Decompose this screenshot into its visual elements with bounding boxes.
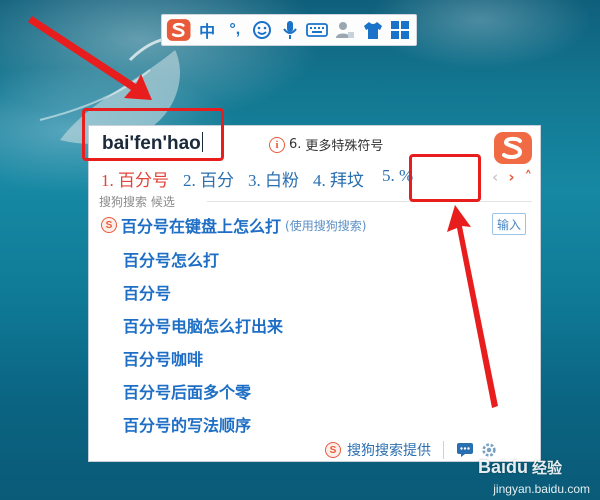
emoji-icon[interactable] <box>251 17 275 43</box>
tip-number: 6. <box>289 137 302 152</box>
footer-text: 搜狗搜索提供 <box>347 443 431 459</box>
special-symbol-tip[interactable]: i 6. 更多特殊符号 <box>269 135 383 154</box>
skin-icon[interactable] <box>361 17 385 43</box>
keyboard-icon[interactable] <box>306 17 330 43</box>
sogou-search-icon: S <box>101 217 117 233</box>
sogou-logo-icon <box>494 132 532 164</box>
highlight-pinyin-box <box>82 108 224 161</box>
divider <box>443 441 444 459</box>
sogou-logo-icon[interactable] <box>166 17 191 43</box>
punct-toggle[interactable]: °, <box>223 17 247 43</box>
divider <box>207 201 532 202</box>
watermark-brand: Baidu <box>477 457 528 477</box>
suggestion-item[interactable]: 百分号后面多个零 <box>123 379 251 403</box>
collapse-icon[interactable]: ˄ <box>525 168 533 186</box>
candidate-4[interactable]: 4. 拜坟 <box>313 166 364 191</box>
next-page-icon[interactable]: › <box>508 168 514 186</box>
candidate-list: 1. 百分号 2. 百分 3. 白粉 4. 拜坟 5. % <box>101 166 427 191</box>
mic-icon[interactable] <box>278 17 302 43</box>
candidate-1[interactable]: 1. 百分号 <box>101 166 169 191</box>
footer: S 搜狗搜索提供 <box>325 440 498 460</box>
suggestion-item[interactable]: 百分号的写法顺序 <box>123 412 251 436</box>
page-nav: ‹ › ˄ <box>492 168 532 186</box>
highlight-percent-box <box>409 154 481 202</box>
user-icon[interactable] <box>333 17 357 43</box>
suggestion-item[interactable]: S 百分号在键盘上怎么打 (使用搜狗搜索) <box>101 213 366 237</box>
candidate-2[interactable]: 2. 百分 <box>183 166 234 191</box>
sogou-search-icon: S <box>325 442 341 458</box>
chat-icon[interactable] <box>456 442 474 458</box>
ime-toolbar: 中 °, <box>161 14 417 46</box>
suggestion-text: 百分号在键盘上怎么打 <box>121 217 282 236</box>
settings-icon[interactable] <box>480 442 498 458</box>
watermark: Baidu 经验 <box>478 457 562 478</box>
candidate-3[interactable]: 3. 白粉 <box>248 166 299 191</box>
lang-toggle[interactable]: 中 <box>195 17 219 43</box>
suggestion-note: (使用搜狗搜索) <box>285 218 367 233</box>
suggestion-item[interactable]: 百分号 <box>123 280 171 304</box>
watermark-url: jingyan.baidu.com <box>493 482 590 496</box>
suggestion-item[interactable]: 百分号怎么打 <box>123 247 219 271</box>
suggestion-item[interactable]: 百分号电脑怎么打出来 <box>123 313 283 337</box>
toolbox-icon[interactable] <box>388 17 412 43</box>
suggestion-item[interactable]: 百分号咖啡 <box>123 346 203 370</box>
section-label: 搜狗搜索 候选 <box>99 195 175 209</box>
tip-text: 更多特殊符号 <box>305 139 384 154</box>
prev-page-icon[interactable]: ‹ <box>492 168 498 186</box>
info-icon: i <box>269 136 285 153</box>
watermark-suffix: 经验 <box>531 460 562 477</box>
input-button[interactable]: 输入 <box>492 213 526 235</box>
